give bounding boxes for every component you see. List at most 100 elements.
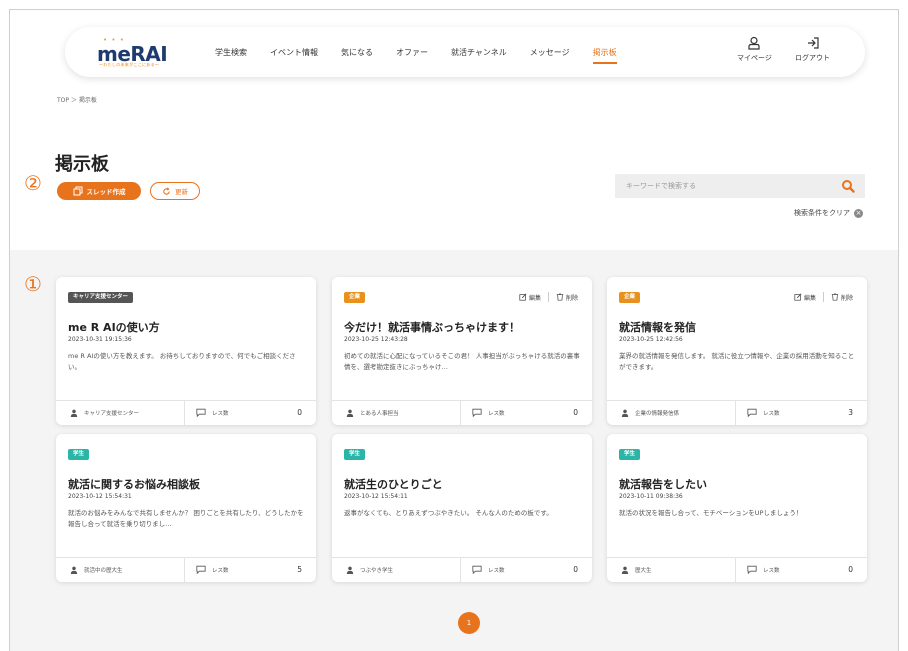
thread-title: 就活情報を発信 xyxy=(619,321,696,334)
trash-icon xyxy=(556,293,564,301)
logout-label: ログアウト xyxy=(795,54,830,62)
annotation-marker-1: ① xyxy=(24,272,42,296)
nav-item-student-search[interactable]: 学生検索 xyxy=(215,47,247,58)
header-bar: • • • meRAI 〜わたしの未来がここにある〜 学生検索 イベント情報 気… xyxy=(65,27,865,77)
thread-description: 返事がなくても、とりあえずつぶやきたい。 そんな人のための板です。 xyxy=(344,509,553,517)
clear-search-conditions[interactable]: 検索条件をクリア × xyxy=(794,208,863,218)
thread-description: 業界の就活情報を発信します。 就活に役立つ情報や、企業の採用活動を知ることができ… xyxy=(619,352,855,371)
comment-icon xyxy=(196,565,206,574)
breadcrumb[interactable]: TOP ＞ 掲示板 xyxy=(57,95,97,104)
delete-label: 削除 xyxy=(565,294,578,302)
thread-description: 就活の状況を報告し合って、モチベーションをUPしましょう！ xyxy=(619,509,803,517)
thread-date: 2023-10-12 15:54:11 xyxy=(344,493,408,500)
thread-date: 2023-10-25 12:42:56 xyxy=(619,336,683,343)
user-icon xyxy=(346,566,354,574)
mypage-button[interactable]: マイページ xyxy=(737,36,772,63)
user-icon xyxy=(346,409,354,417)
reply-label: レス数 xyxy=(763,410,780,417)
reply-count: 5 xyxy=(297,565,302,574)
logout-button[interactable]: ログアウト xyxy=(795,36,830,63)
reply-count-label: レス数 xyxy=(196,565,229,574)
card-footer: キャリア支援センター レス数 0 xyxy=(56,400,316,425)
thread-title: 就活報告をしたい xyxy=(619,478,707,491)
author-name: 企業の情報発信係 xyxy=(635,411,680,417)
search-input[interactable] xyxy=(615,174,830,198)
thread-author: 企業の情報発信係 xyxy=(621,409,679,417)
search-icon[interactable] xyxy=(841,179,855,193)
card-edit-tools: 編集 削除 xyxy=(794,292,853,302)
thread-date: 2023-10-11 09:38:36 xyxy=(619,493,683,500)
category-badge: 企業 xyxy=(344,292,366,303)
category-badge: 学生 xyxy=(344,449,366,460)
search-box xyxy=(615,174,865,198)
card-header: 学生 xyxy=(607,434,867,460)
reply-count-label: レス数 xyxy=(472,408,505,417)
delete-button[interactable]: 削除 xyxy=(831,293,853,302)
thread-description: 就活のお悩みをみんなで共有しませんか？ 困りごとを共有したり、どうしたかを報告し… xyxy=(68,509,304,528)
thread-author: 就活中の歴大生 xyxy=(70,566,123,574)
thread-title: me R AIの使い方 xyxy=(68,321,160,334)
create-thread-button[interactable]: スレッド作成 xyxy=(57,182,141,200)
category-badge: キャリア支援センター xyxy=(68,292,134,303)
card-header: 企業 編集 削除 xyxy=(332,277,592,303)
nav-item-job-channel[interactable]: 就活チャンネル xyxy=(451,47,507,58)
nav-item-bulletin-board[interactable]: 掲示板 xyxy=(592,47,617,64)
delete-button[interactable]: 削除 xyxy=(556,293,578,302)
reply-count-label: レス数 xyxy=(196,408,229,417)
reply-label: レス数 xyxy=(212,410,229,417)
logout-icon xyxy=(807,37,819,49)
comment-icon xyxy=(196,408,206,417)
nav-item-favorites[interactable]: 気になる xyxy=(341,47,373,58)
reply-count-label: レス数 xyxy=(472,565,505,574)
edit-icon xyxy=(794,293,802,301)
reply-count-label: レス数 xyxy=(747,565,780,574)
thread-card[interactable]: 学生 就活生のひとりごと 2023-10-12 15:54:11 返事がなくても… xyxy=(332,434,592,582)
user-icon xyxy=(748,36,761,50)
thread-date: 2023-10-12 15:54:31 xyxy=(68,493,132,500)
reply-label: レス数 xyxy=(212,567,229,574)
card-footer: 就活中の歴大生 レス数 5 xyxy=(56,557,316,582)
category-badge: 企業 xyxy=(619,292,641,303)
reply-count: 3 xyxy=(848,408,853,417)
author-name: キャリア支援センター xyxy=(84,411,140,417)
nav-item-offers[interactable]: オファー xyxy=(396,47,428,58)
thread-date: 2023-10-31 19:15:36 xyxy=(68,336,132,343)
nav-item-events[interactable]: イベント情報 xyxy=(270,47,318,58)
thread-card[interactable]: キャリア支援センター me R AIの使い方 2023-10-31 19:15:… xyxy=(56,277,316,425)
reply-count: 0 xyxy=(573,565,578,574)
edit-button[interactable]: 編集 xyxy=(519,293,541,302)
nav-item-messages[interactable]: メッセージ xyxy=(530,47,570,58)
reply-count: 0 xyxy=(573,408,578,417)
comment-icon xyxy=(472,408,482,417)
thread-card[interactable]: 企業 編集 削除 今だけ！就活事情ぶっちゃけます！ 2023-10-25 12:… xyxy=(332,277,592,425)
thread-title: 就活生のひとりごと xyxy=(344,478,443,491)
thread-card[interactable]: 学生 就活に関するお悩み相談板 2023-10-12 15:54:31 就活のお… xyxy=(56,434,316,582)
thread-title: 就活に関するお悩み相談板 xyxy=(68,478,200,491)
page-title: 掲示板 xyxy=(55,154,109,175)
tool-divider xyxy=(822,292,824,302)
thread-description: 初めての就活に心配になっているそこの君！ 人事担当がぶっちゃける就活の裏事情を、… xyxy=(344,352,580,371)
thread-description: me R AIの使い方を教えます。 お待ちしておりますので、何でもご相談ください… xyxy=(68,352,296,371)
card-header: 企業 編集 削除 xyxy=(607,277,867,303)
edit-button[interactable]: 編集 xyxy=(794,293,816,302)
annotation-marker-2: ② xyxy=(24,171,42,195)
card-footer: 歴大生 レス数 0 xyxy=(607,557,867,582)
edit-label: 編集 xyxy=(528,294,541,302)
refresh-button[interactable]: 更新 xyxy=(150,182,200,200)
thread-author: とある人事担当 xyxy=(346,409,399,417)
reply-label: レス数 xyxy=(488,410,505,417)
thread-author: つぶやき学生 xyxy=(346,566,393,574)
thread-card[interactable]: 学生 就活報告をしたい 2023-10-11 09:38:36 就活の状況を報告… xyxy=(607,434,867,582)
pagination-page-1[interactable]: 1 xyxy=(458,612,480,634)
reply-label: レス数 xyxy=(763,567,780,574)
mypage-label: マイページ xyxy=(737,54,772,62)
page-frame: • • • meRAI 〜わたしの未来がここにある〜 学生検索 イベント情報 気… xyxy=(9,9,899,651)
footer-divider xyxy=(735,558,736,582)
reply-count-label: レス数 xyxy=(747,408,780,417)
card-footer: とある人事担当 レス数 0 xyxy=(332,400,592,425)
reply-label: レス数 xyxy=(488,567,505,574)
footer-divider xyxy=(184,558,185,582)
logo[interactable]: • • • meRAI 〜わたしの未来がここにある〜 xyxy=(97,36,177,68)
thread-card[interactable]: 企業 編集 削除 就活情報を発信 2023-10-25 12:42:56 業界の… xyxy=(607,277,867,425)
author-name: 就活中の歴大生 xyxy=(84,568,123,574)
